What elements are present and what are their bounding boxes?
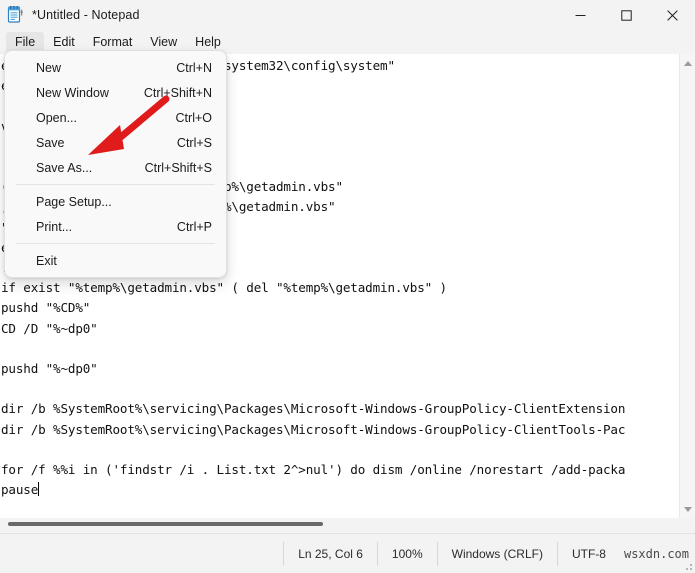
menu-item-new-label: New: [36, 60, 62, 75]
window-controls: [557, 0, 695, 30]
menu-item-new-window[interactable]: New Window Ctrl+Shift+N: [5, 80, 226, 105]
menu-item-print-label: Print...: [36, 219, 73, 234]
minimize-button[interactable]: [557, 0, 603, 30]
menu-item-save-accel: Ctrl+S: [176, 135, 212, 150]
menu-item-save-as-accel: Ctrl+Shift+S: [144, 160, 212, 175]
resize-grip[interactable]: [682, 560, 692, 570]
vertical-scrollbar[interactable]: [679, 54, 695, 518]
menu-item-save-label: Save: [36, 135, 65, 150]
close-button[interactable]: [649, 0, 695, 30]
text-caret: [38, 482, 40, 497]
menu-item-new[interactable]: New Ctrl+N: [5, 55, 226, 80]
maximize-button[interactable]: [603, 0, 649, 30]
menu-item-save-as-label: Save As...: [36, 160, 93, 175]
watermark: wsxdn.com: [623, 546, 689, 561]
scroll-down-icon[interactable]: [680, 501, 695, 517]
horizontal-scroll-thumb[interactable]: [8, 522, 323, 526]
menu-item-new-window-label: New Window: [36, 85, 109, 100]
menu-separator-1: [16, 184, 215, 185]
menu-item-exit[interactable]: Exit: [5, 248, 226, 273]
menu-item-new-window-accel: Ctrl+Shift+N: [143, 85, 212, 100]
menu-item-open-label: Open...: [36, 110, 77, 125]
menu-separator-2: [16, 243, 215, 244]
notepad-window: *Untitled - Notepad File Edit Format Vie…: [0, 0, 695, 573]
menu-item-page-setup-label: Page Setup...: [36, 194, 112, 209]
horizontal-scrollbar[interactable]: [0, 518, 695, 533]
status-line-ending[interactable]: Windows (CRLF): [436, 541, 557, 566]
menu-item-save[interactable]: Save Ctrl+S: [5, 130, 226, 155]
title-bar-left: *Untitled - Notepad: [7, 0, 140, 30]
status-cursor-position: Ln 25, Col 6: [283, 541, 377, 566]
menu-item-save-as[interactable]: Save As... Ctrl+Shift+S: [5, 155, 226, 180]
notepad-icon: [7, 6, 24, 24]
menu-item-page-setup[interactable]: Page Setup...: [5, 189, 226, 214]
menu-item-new-accel: Ctrl+N: [176, 60, 212, 75]
status-zoom-level[interactable]: 100%: [376, 541, 437, 566]
menu-item-print[interactable]: Print... Ctrl+P: [5, 214, 226, 239]
scroll-up-icon[interactable]: [680, 55, 695, 71]
window-title: *Untitled - Notepad: [32, 8, 140, 22]
menu-item-open-accel: Ctrl+O: [175, 110, 212, 125]
menu-item-print-accel: Ctrl+P: [176, 219, 212, 234]
menu-item-exit-label: Exit: [36, 253, 57, 268]
file-dropdown-menu: New Ctrl+N New Window Ctrl+Shift+N Open.…: [4, 50, 227, 278]
status-encoding[interactable]: UTF-8: [556, 541, 620, 566]
menu-item-open[interactable]: Open... Ctrl+O: [5, 105, 226, 130]
title-bar: *Untitled - Notepad: [0, 0, 695, 30]
status-bar: Ln 25, Col 6 100% Windows (CRLF) UTF-8 w…: [0, 533, 695, 573]
